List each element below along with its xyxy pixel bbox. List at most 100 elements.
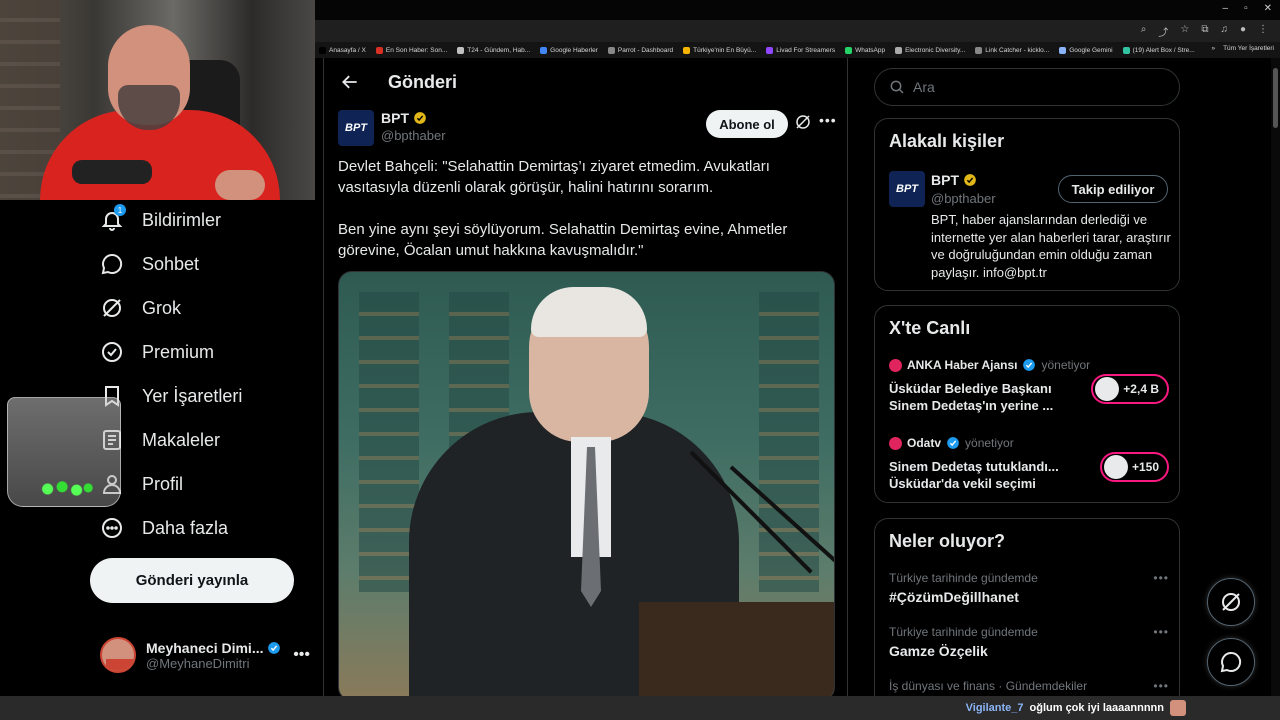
bookmark-item[interactable]: Electronic Diversity...	[895, 46, 966, 54]
extensions-icon[interactable]: ⧉	[1201, 24, 1208, 39]
live-item-text: Üsküdar Belediye Başkanı Sinem Dedetaş'ı…	[889, 381, 1054, 413]
bookmark-label: Google Haberler	[550, 46, 598, 54]
nav-more[interactable]: Daha fazla	[100, 513, 228, 543]
bookmark-item[interactable]: Anasayfa / X	[319, 46, 366, 54]
live-host-name: Odatv	[907, 436, 942, 450]
related-avatar[interactable]: BPT	[889, 171, 925, 207]
nav-messages-label: Sohbet	[142, 253, 200, 274]
grok-icon[interactable]	[794, 113, 812, 131]
bookmarks-overflow[interactable]: »	[1211, 45, 1215, 52]
bookmark-item[interactable]: Link Catcher - kicklo...	[975, 46, 1049, 54]
star-icon[interactable]: ☆	[1180, 24, 1189, 39]
trends-card: Neler oluyor? Türkiye tarihinde gündemde…	[874, 518, 1180, 708]
trend-more-icon[interactable]: •••	[1153, 571, 1169, 585]
back-arrow-icon[interactable]	[340, 72, 360, 92]
search-icon	[890, 80, 904, 94]
bookmark-favicon-icon	[375, 46, 383, 54]
related-name[interactable]: BPT	[931, 172, 959, 188]
nav-bookmarks-label: Yer İşaretleri	[142, 385, 243, 406]
page-scrollbar[interactable]	[1271, 58, 1280, 696]
post-image[interactable]	[338, 271, 835, 696]
webcam-microphone	[72, 160, 152, 184]
bookmark-label: WhatsApp	[855, 46, 886, 54]
nav-bookmarks[interactable]: Yer İşaretleri	[100, 381, 242, 411]
bookmark-item[interactable]: Türkiye'nin En Büyü...	[683, 46, 756, 54]
trend-category: Türkiye tarihinde gündemde	[889, 571, 1038, 585]
close-icon[interactable]: ✕	[1264, 3, 1272, 14]
live-listener-avatar	[1103, 455, 1128, 479]
related-people-card: Alakalı kişiler BPT BPT @bpthaber Takip …	[874, 118, 1180, 291]
related-bio: BPT, haber ajanslarından derlediği ve in…	[931, 212, 1171, 280]
live-item[interactable]: Odatv yönetiyor Sinem Dedetaş tutuklandı…	[889, 436, 1169, 492]
profile-icon[interactable]: ●	[1240, 24, 1246, 39]
nav-premium-label: Premium	[142, 341, 215, 362]
chat-bubble-icon	[100, 252, 124, 276]
odatv-logo-icon	[889, 436, 902, 450]
account-more-icon[interactable]: •••	[293, 646, 310, 664]
nav-notifications[interactable]: 1 Bildirimler	[100, 204, 221, 235]
chat-message: oğlum çok iyi laaaannnnn	[1029, 702, 1164, 714]
post-text-paragraph-1: Devlet Bahçeli: "Selahattin Demirtaş’ı z…	[338, 158, 770, 196]
bookmark-item[interactable]: Google Haberler	[540, 46, 598, 54]
post-button[interactable]: Gönderi yayınla	[90, 558, 294, 603]
live-on-x-card: X'te Canlı ANKA Haber Ajansı yönetiyor Ü…	[874, 305, 1180, 503]
messages-fab[interactable]	[1207, 638, 1255, 686]
bookmark-item[interactable]: Google Gemini	[1059, 46, 1113, 54]
nav-grok[interactable]: Grok	[100, 293, 181, 323]
verified-icon	[947, 437, 959, 449]
author-avatar[interactable]: BPT	[338, 110, 374, 146]
scrollbar-thumb[interactable]	[1273, 68, 1278, 128]
all-bookmarks-link[interactable]: Tüm Yer İşaretleri	[1223, 45, 1274, 52]
bookmark-label: Electronic Diversity...	[905, 46, 966, 54]
bookmark-item[interactable]: Livad For Streamers	[766, 46, 835, 54]
live-listeners-pill[interactable]: +150	[1099, 452, 1169, 482]
bookmark-favicon-icon	[766, 46, 774, 54]
live-host-status: yönetiyor	[965, 436, 1014, 450]
search-input[interactable]	[913, 79, 1153, 95]
menu-icon[interactable]: ⋮	[1258, 24, 1268, 39]
trend-category: İş dünyası ve finans · Gündemdekiler	[889, 679, 1088, 693]
author-name[interactable]: BPT	[381, 110, 409, 126]
post-column: Gönderi BPT BPT @bpthaber Abone ol ••• D…	[323, 58, 848, 696]
trend-item[interactable]: Türkiye tarihinde gündemde Gamze Özçelik…	[889, 625, 1169, 659]
following-button[interactable]: Takip ediliyor	[1058, 175, 1168, 203]
bookmark-label: Anasayfa / X	[329, 46, 366, 54]
live-listener-count: +2,4 B	[1123, 382, 1159, 396]
post-more-icon[interactable]: •••	[819, 112, 837, 128]
author-handle[interactable]: @bpthaber	[381, 128, 446, 143]
webcam-overlay	[0, 0, 315, 200]
share-icon[interactable]: ⤴	[1158, 24, 1168, 39]
live-item[interactable]: ANKA Haber Ajansı yönetiyor Üsküdar Bele…	[889, 358, 1169, 414]
stream-chat-bar: Vigilante_7 oğlum çok iyi laaaannnnn	[0, 696, 1280, 720]
grok-fab[interactable]	[1207, 578, 1255, 626]
account-switcher[interactable]: Meyhaneci Dimi... @MeyhaneDimitri •••	[100, 637, 310, 673]
nav-premium[interactable]: Premium	[100, 337, 214, 367]
bookmark-item[interactable]: WhatsApp	[845, 46, 886, 54]
anka-logo-icon	[889, 358, 902, 372]
search-box[interactable]	[874, 68, 1180, 106]
trend-more-icon[interactable]: •••	[1153, 625, 1169, 639]
bookmark-item[interactable]: Parrot - Dashboard	[607, 46, 673, 54]
trend-more-icon[interactable]: •••	[1153, 679, 1169, 693]
live-listeners-pill[interactable]: +2,4 B	[1091, 374, 1169, 404]
bookmark-favicon-icon	[540, 46, 548, 54]
media-icon[interactable]: ♫	[1220, 24, 1228, 39]
trend-category: Türkiye tarihinde gündemde	[889, 625, 1038, 639]
related-handle[interactable]: @bpthaber	[931, 191, 996, 206]
page-title: Gönderi	[388, 72, 458, 92]
zoom-icon[interactable]: ⌕	[1141, 24, 1147, 39]
trend-item[interactable]: Türkiye tarihinde gündemde #ÇözümDeğillh…	[889, 571, 1169, 605]
nav-messages[interactable]: Sohbet	[100, 249, 199, 279]
bookmark-item[interactable]: (19) Alert Box / Stre...	[1122, 46, 1195, 54]
bookmark-label: En Son Haber: Son...	[385, 46, 448, 54]
account-display-name: Meyhaneci Dimi...	[146, 639, 264, 656]
subscribe-button[interactable]: Abone ol	[706, 110, 788, 138]
bookmark-item[interactable]: T24 - Gündem, Hab...	[457, 46, 531, 54]
maximize-icon[interactable]: ▫	[1244, 3, 1248, 14]
trend-item[interactable]: İş dünyası ve finans · Gündemdekiler •••	[889, 679, 1169, 693]
minimize-icon[interactable]: –	[1223, 3, 1229, 14]
bookmark-label: T24 - Gündem, Hab...	[467, 46, 531, 54]
live-host-status: yönetiyor	[1041, 358, 1091, 372]
verified-badge-icon	[100, 340, 124, 364]
bookmark-item[interactable]: En Son Haber: Son...	[375, 46, 448, 54]
